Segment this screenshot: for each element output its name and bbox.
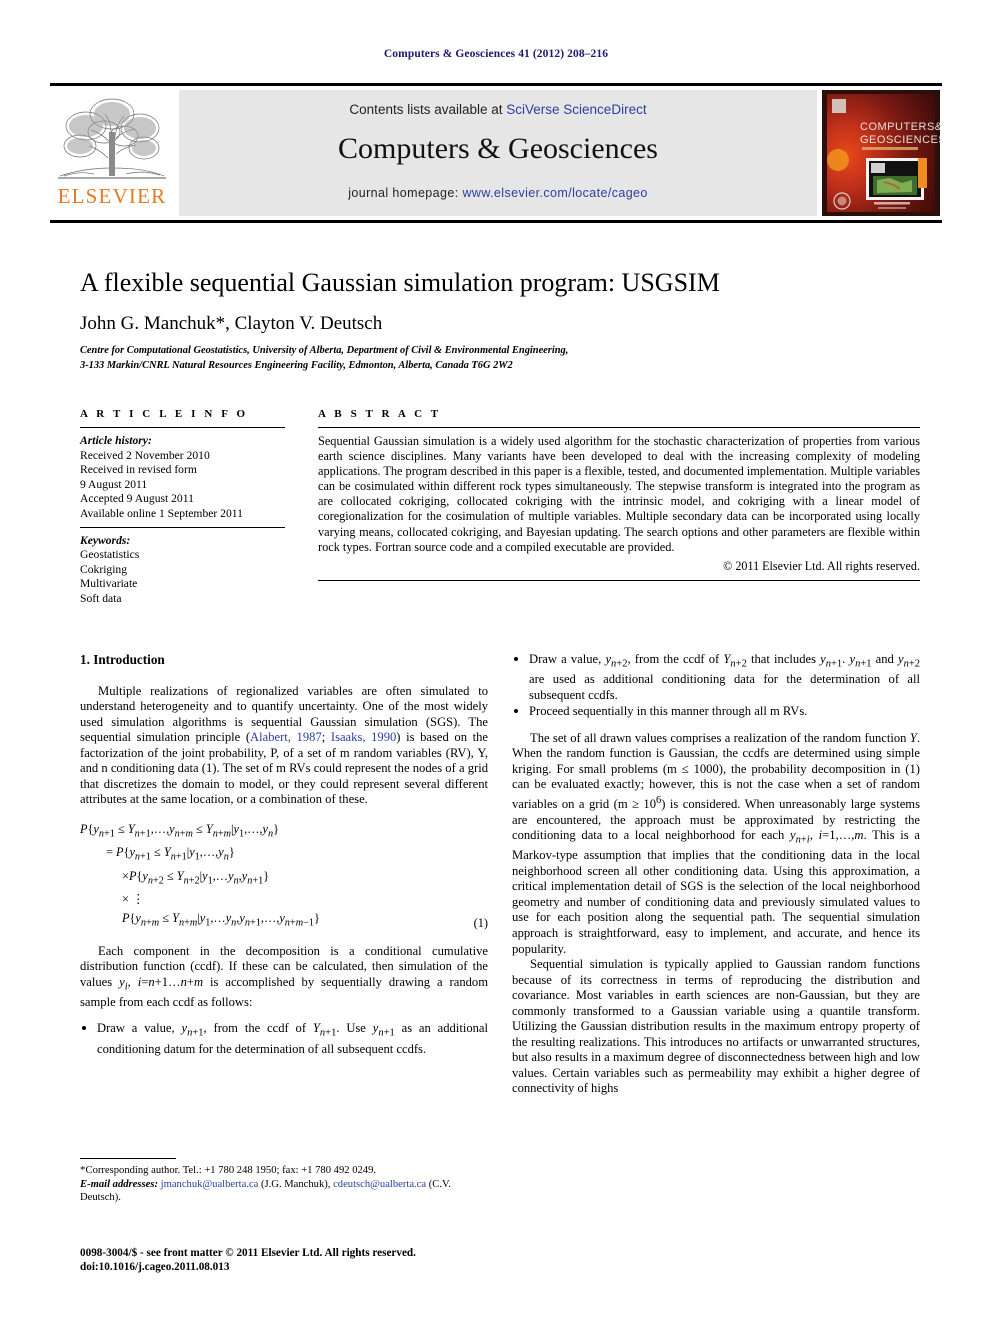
contents-lists-prefix: Contents lists available at	[349, 102, 507, 117]
masthead-rule-top	[50, 83, 942, 86]
doi-line: doi:10.1016/j.cageo.2011.08.013	[80, 1261, 230, 1274]
history-item: Received in revised form	[80, 463, 197, 477]
contents-lists-line: Contents lists available at SciVerse Sci…	[179, 102, 817, 117]
bullet-icon	[514, 657, 518, 661]
keyword-item: Multivariate	[80, 577, 138, 591]
equation-1-line-3: ×P{yn+2 ≤ Yn+2|y1,…yn,yn+1}	[122, 868, 270, 887]
elsevier-logo: ELSEVIER	[52, 90, 172, 216]
page-title: A flexible sequential Gaussian simulatio…	[80, 268, 720, 297]
journal-homepage-line: journal homepage: www.elsevier.com/locat…	[179, 186, 817, 200]
email-label: E-mail addresses:	[80, 1178, 158, 1190]
footnote-rule	[80, 1158, 176, 1159]
keyword-item: Soft data	[80, 591, 122, 605]
list-item: Draw a value, yn+2, from the ccdf of Yn+…	[512, 652, 920, 703]
masthead-rule-bottom	[50, 220, 942, 223]
keyword-item: Geostatistics	[80, 548, 140, 562]
paragraph-right-1: The set of all drawn values comprises a …	[512, 730, 920, 956]
sciencedirect-link[interactable]: SciVerse ScienceDirect	[506, 102, 646, 117]
article-history-label: Article history:	[80, 434, 152, 447]
abstract-copyright: © 2011 Elsevier Ltd. All rights reserved…	[723, 558, 920, 573]
paragraph-intro-1: Multiple realizations of regionalized va…	[80, 684, 488, 808]
affiliation: Centre for Computational Geostatistics, …	[80, 344, 920, 373]
affiliation-line-1: Centre for Computational Geostatistics, …	[80, 345, 569, 356]
bullet-icon	[82, 1026, 86, 1031]
corresponding-author-note: *Corresponding author. Tel.: +1 780 248 …	[80, 1164, 488, 1178]
history-item: Accepted 9 August 2011	[80, 492, 194, 506]
article-history: Article history: Received 2 November 201…	[80, 434, 285, 522]
equation-1-line-2: = P{yn+1 ≤ Yn+1|y1,…,yn}	[106, 845, 235, 863]
citation-separator: ;	[321, 730, 331, 745]
email-link-1[interactable]: jmanchuk@ualberta.ca	[161, 1179, 259, 1190]
email-addresses-note: E-mail addresses: jmanchuk@ualberta.ca (…	[80, 1178, 488, 1205]
footnote-block: *Corresponding author. Tel.: +1 780 248 …	[80, 1158, 488, 1205]
equation-1-line-4: × ⋮	[122, 892, 145, 907]
elsevier-wordmark: ELSEVIER	[57, 184, 167, 208]
info-abstract-zone: A R T I C L E I N F O Article history: R…	[80, 408, 920, 623]
elsevier-tree-icon	[58, 98, 166, 179]
svg-text:GEOSCIENCES: GEOSCIENCES	[860, 134, 940, 146]
body-column-right: Draw a value, yn+2, from the ccdf of Yn+…	[512, 652, 920, 1097]
article-info-column: A R T I C L E I N F O Article history: R…	[80, 408, 285, 607]
citation-isaaks-1990[interactable]: Isaaks, 1990	[331, 730, 396, 744]
author-list: John G. Manchuk*, Clayton V. Deutsch	[80, 313, 383, 334]
abstract-heading: A B S T R A C T	[318, 408, 442, 420]
article-info-rule-top	[80, 427, 285, 428]
journal-masthead: ELSEVIER Contents lists available at Sci…	[50, 83, 942, 223]
journal-homepage-link[interactable]: www.elsevier.com/locate/cageo	[462, 186, 647, 200]
article-info-heading: A R T I C L E I N F O	[80, 408, 249, 420]
list-item: Draw a value, yn+1, from the ccdf of Yn+…	[80, 1021, 488, 1057]
issn-line: 0098-3004/$ - see front matter © 2011 El…	[80, 1247, 416, 1259]
paragraph-intro-2: Each component in the decomposition is a…	[80, 943, 488, 1009]
masthead-band: Contents lists available at SciVerse Sci…	[179, 90, 817, 216]
ccdf-step-list-left: Draw a value, yn+1, from the ccdf of Yn+…	[80, 1021, 488, 1057]
journal-title: Computers & Geosciences	[338, 132, 658, 165]
keywords-label: Keywords:	[80, 533, 131, 547]
equation-1: P{yn+1 ≤ Yn+1,…,yn+m ≤ Yn+m|y1,…,yn} = P…	[80, 820, 488, 933]
running-head: Computers & Geosciences 41 (2012) 208–21…	[383, 48, 609, 60]
section-heading-introduction: 1. Introduction	[80, 652, 165, 667]
footer-imprint: 0098-3004/$ - see front matter © 2011 El…	[80, 1246, 488, 1275]
list-item: Proceed sequentially in this manner thro…	[512, 704, 920, 720]
paragraph-right-2: Sequential simulation is typically appli…	[512, 957, 920, 1096]
corresponding-author-text: Corresponding author. Tel.: +1 780 248 1…	[85, 1165, 377, 1176]
svg-text:COMPUTERS&: COMPUTERS&	[860, 121, 940, 133]
abstract-rule-bottom	[318, 579, 920, 581]
journal-cover-image: COMPUTERS& GEOSCIENCES	[822, 90, 940, 216]
email-owner-1: (J.G. Manchuk),	[258, 1178, 331, 1190]
bullet-icon	[514, 709, 518, 714]
email-link-2[interactable]: cdeutsch@ualberta.ca	[333, 1179, 426, 1190]
history-item: Received 2 November 2010	[80, 448, 210, 462]
equation-1-number: (1)	[473, 915, 488, 930]
citation-alabert-1987[interactable]: Alabert, 1987	[250, 730, 322, 744]
journal-cover-thumbnail: COMPUTERS& GEOSCIENCES	[822, 90, 940, 216]
keywords-list: Keywords: Geostatistics Cokriging Multiv…	[80, 534, 285, 607]
equation-1-line-1: P{yn+1 ≤ Yn+1,…,yn+m ≤ Yn+m|y1,…,yn}	[80, 821, 280, 840]
ccdf-step-list-right: Draw a value, yn+2, from the ccdf of Yn+…	[512, 652, 920, 720]
equation-1-line-5: P{yn+m ≤ Yn+m|y1,…yn,yn+1,…,yn+m−1}	[122, 911, 320, 929]
article-info-rule-mid	[80, 526, 285, 528]
affiliation-line-2: 3-133 Markin/CNRL Natural Resources Engi…	[80, 359, 513, 371]
homepage-prefix: journal homepage:	[348, 186, 463, 200]
masthead-inner: ELSEVIER Contents lists available at Sci…	[50, 88, 942, 218]
history-item: 9 August 2011	[80, 477, 148, 491]
abstract-column: A B S T R A C T Sequential Gaussian simu…	[318, 408, 920, 581]
history-item: Available online 1 September 2011	[80, 506, 243, 520]
journal-article-page: Computers & Geosciences 41 (2012) 208–21…	[0, 0, 992, 1323]
keyword-item: Cokriging	[80, 562, 128, 576]
body-column-left: 1. Introduction Multiple realizations of…	[80, 652, 488, 1058]
abstract-text: Sequential Gaussian simulation is a wide…	[318, 434, 920, 554]
abstract-rule-top	[318, 427, 920, 428]
